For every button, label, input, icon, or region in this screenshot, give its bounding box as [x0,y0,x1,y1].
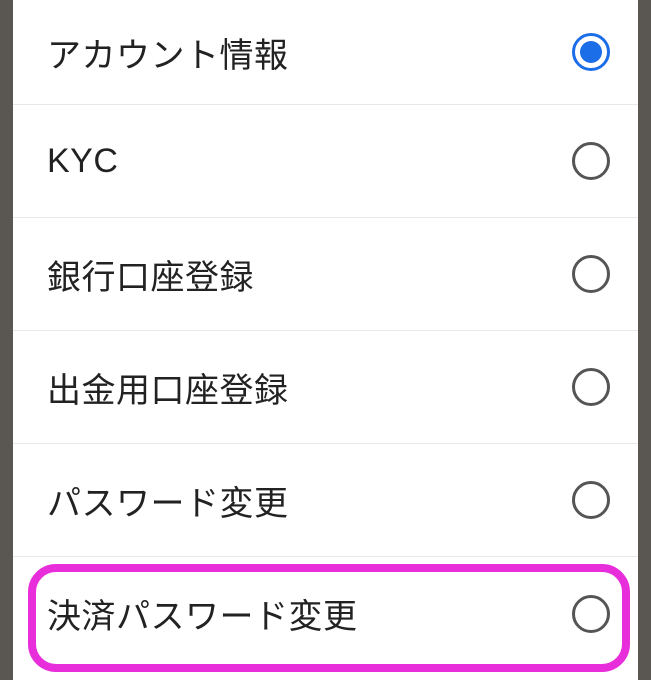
radio-unselected-icon[interactable] [572,481,610,519]
radio-unselected-icon[interactable] [572,595,610,633]
menu-item-bank-account-register[interactable]: 銀行口座登録 [13,218,638,331]
radio-unselected-icon[interactable] [572,255,610,293]
menu-item-kyc[interactable]: KYC [13,105,638,218]
menu-item-label: アカウント情報 [47,28,289,77]
menu-item-withdrawal-account-register[interactable]: 出金用口座登録 [13,331,638,444]
radio-unselected-icon[interactable] [572,368,610,406]
menu-item-label: 出金用口座登録 [47,363,289,412]
menu-item-password-change[interactable]: パスワード変更 [13,444,638,557]
menu-item-label: 銀行口座登録 [47,250,254,299]
menu-item-label: パスワード変更 [47,476,289,525]
menu-list: アカウント情報 KYC 銀行口座登録 出金用口座登録 パスワード変更 決済パスワ… [13,0,638,670]
menu-item-payment-password-change[interactable]: 決済パスワード変更 [13,557,638,670]
settings-panel: アカウント情報 KYC 銀行口座登録 出金用口座登録 パスワード変更 決済パスワ… [13,0,638,680]
menu-item-label: KYC [47,142,118,181]
menu-item-label: 決済パスワード変更 [47,589,358,638]
radio-unselected-icon[interactable] [572,142,610,180]
menu-item-account-info[interactable]: アカウント情報 [13,0,638,105]
radio-selected-icon[interactable] [572,33,610,71]
